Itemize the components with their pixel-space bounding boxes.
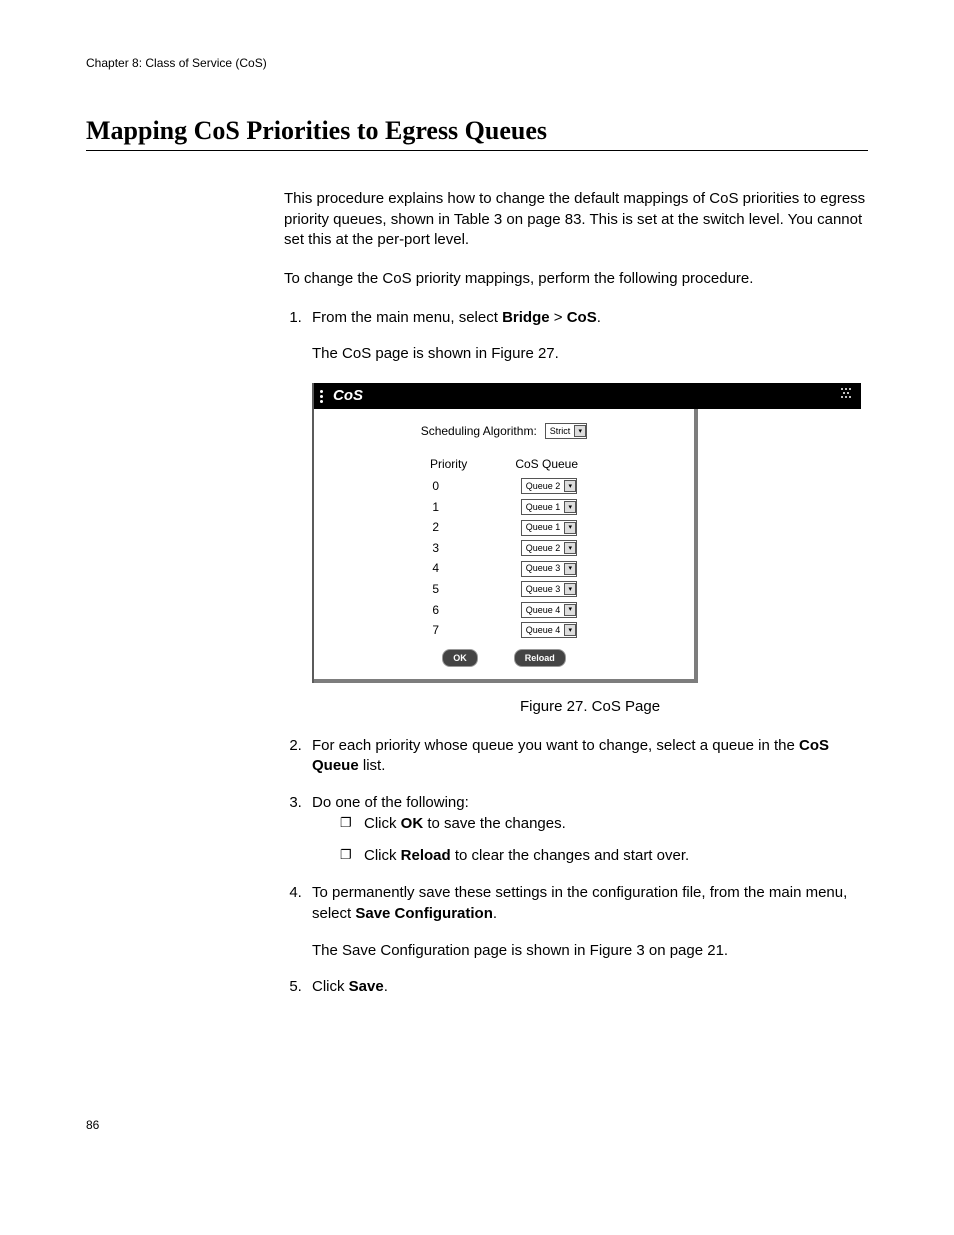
- chevron-down-icon: ▾: [564, 480, 576, 492]
- queue-dropdown[interactable]: Queue 3▾: [521, 581, 578, 597]
- chevron-down-icon: ▾: [564, 522, 576, 534]
- titlebar-dots-icon: [320, 390, 323, 403]
- table-row: 1 Queue 1▾: [431, 499, 578, 516]
- step-2: For each priority whose queue you want t…: [306, 736, 868, 777]
- step-5: Click Save.: [306, 977, 868, 998]
- step-3b: Click Reload to clear the changes and st…: [340, 846, 868, 867]
- chevron-down-icon: ▾: [564, 563, 576, 575]
- chevron-down-icon: ▾: [574, 425, 586, 437]
- step-3: Do one of the following: Click OK to sav…: [306, 793, 868, 867]
- queue-dropdown[interactable]: Queue 1▾: [521, 499, 578, 515]
- chevron-down-icon: ▾: [564, 624, 576, 636]
- table-row: 0 Queue 2▾: [431, 478, 578, 495]
- reload-button[interactable]: Reload: [514, 649, 566, 667]
- step-1: From the main menu, select Bridge > CoS.…: [306, 308, 868, 718]
- table-row: 7 Queue 4▾: [431, 622, 578, 639]
- table-row: 4 Queue 3▾: [431, 560, 578, 577]
- queue-dropdown[interactable]: Queue 1▾: [521, 520, 578, 536]
- scheduling-dropdown[interactable]: Strict ▾: [545, 423, 588, 439]
- queue-dropdown[interactable]: Queue 2▾: [521, 540, 578, 556]
- table-row: 3 Queue 2▾: [431, 540, 578, 557]
- section-title: Mapping CoS Priorities to Egress Queues: [86, 116, 868, 151]
- lead-paragraph: To change the CoS priority mappings, per…: [284, 269, 868, 290]
- intro-paragraph: This procedure explains how to change th…: [284, 189, 868, 251]
- page-number: 86: [86, 1118, 868, 1132]
- queue-dropdown[interactable]: Queue 3▾: [521, 561, 578, 577]
- table-row: 6 Queue 4▾: [431, 602, 578, 619]
- chevron-down-icon: ▾: [564, 604, 576, 616]
- chevron-down-icon: ▾: [564, 583, 576, 595]
- step-1-sub: The CoS page is shown in Figure 27.: [312, 344, 868, 365]
- cos-panel: CoS Scheduling Algorithm:: [312, 383, 861, 683]
- col-header-priority: Priority: [430, 456, 467, 473]
- cos-table: 0 Queue 2▾ 1 Queue 1▾ 2: [314, 478, 694, 638]
- col-header-queue: CoS Queue: [515, 456, 578, 473]
- panel-title: CoS: [333, 386, 363, 407]
- ok-button[interactable]: OK: [442, 649, 478, 667]
- cos-titlebar: CoS: [314, 383, 861, 409]
- step-4-sub: The Save Configuration page is shown in …: [312, 941, 868, 962]
- step-4: To permanently save these settings in th…: [306, 883, 868, 961]
- queue-dropdown[interactable]: Queue 4▾: [521, 622, 578, 638]
- scheduling-label: Scheduling Algorithm:: [421, 423, 537, 440]
- table-row: 2 Queue 1▾: [431, 519, 578, 536]
- queue-dropdown[interactable]: Queue 2▾: [521, 478, 578, 494]
- chapter-header: Chapter 8: Class of Service (CoS): [86, 56, 868, 70]
- chevron-down-icon: ▾: [564, 542, 576, 554]
- queue-dropdown[interactable]: Queue 4▾: [521, 602, 578, 618]
- chevron-down-icon: ▾: [564, 501, 576, 513]
- figure-caption: Figure 27. CoS Page: [312, 697, 868, 718]
- table-row: 5 Queue 3▾: [431, 581, 578, 598]
- step-3a: Click OK to save the changes.: [340, 814, 868, 835]
- panel-corner-icon: [839, 386, 853, 407]
